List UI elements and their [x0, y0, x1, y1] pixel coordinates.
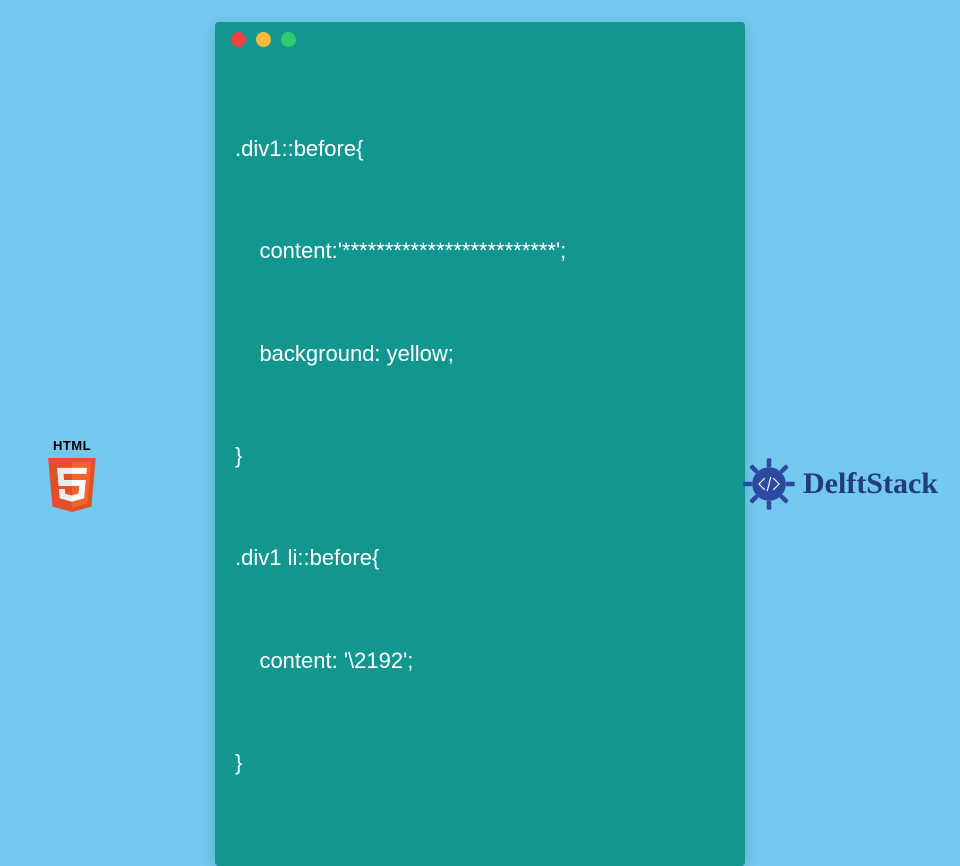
- code-line: content:'*************************';: [235, 234, 725, 268]
- brand-name: DelftStack: [803, 467, 938, 501]
- code-line: background: yellow;: [235, 337, 725, 371]
- code-line: content: '\2192';: [235, 644, 725, 678]
- html5-label: HTML: [40, 438, 104, 453]
- maximize-icon[interactable]: [281, 32, 296, 47]
- code-line: }: [235, 439, 725, 473]
- code-line: .div1::before{: [235, 132, 725, 166]
- code-block: .div1::before{ content:'****************…: [215, 56, 745, 866]
- code-window: .div1::before{ content:'****************…: [215, 22, 745, 866]
- html5-shield-icon: [45, 455, 99, 515]
- window-titlebar: [215, 22, 745, 56]
- gear-icon: [741, 456, 797, 512]
- brand-logo: DelftStack: [741, 456, 938, 512]
- minimize-icon[interactable]: [256, 32, 271, 47]
- close-icon[interactable]: [231, 32, 246, 47]
- html5-badge: HTML: [40, 438, 104, 515]
- code-line: .div1 li::before{: [235, 541, 725, 575]
- code-line: }: [235, 746, 725, 780]
